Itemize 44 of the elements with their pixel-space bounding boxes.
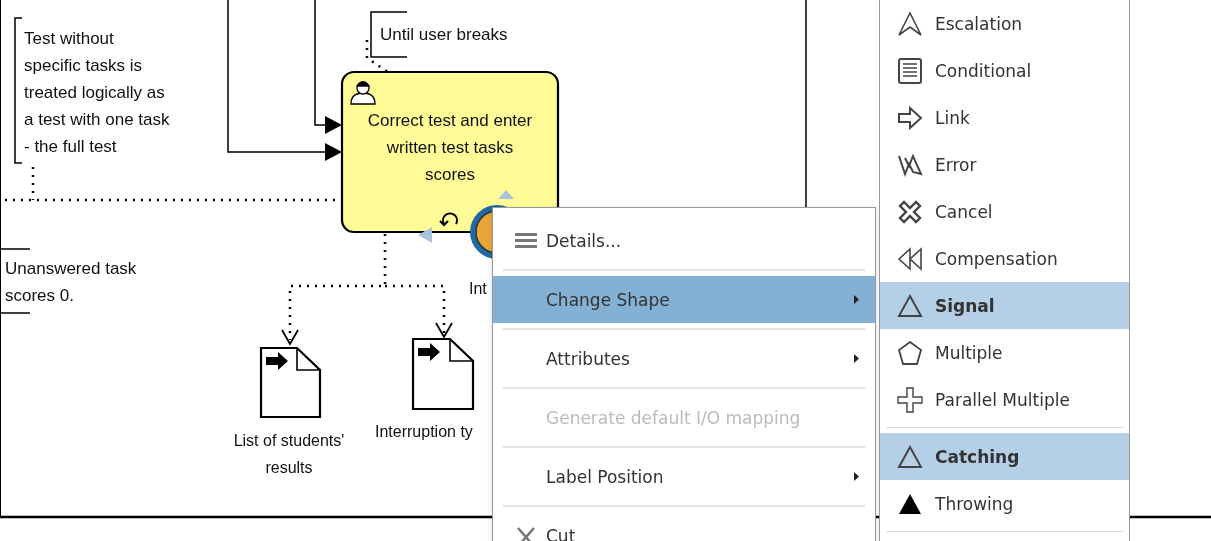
arrow-right-icon	[897, 104, 923, 131]
menu-item[interactable]: Compensation	[880, 235, 1129, 282]
caret-icon	[854, 354, 859, 363]
cross-icon	[897, 198, 923, 225]
triangle-icon	[897, 443, 923, 470]
menu-item[interactable]: Change Shape	[493, 276, 875, 323]
menu-item[interactable]: Catching	[880, 433, 1129, 480]
menu-item[interactable]: Cut	[493, 512, 875, 541]
menu-item[interactable]: Details...	[493, 217, 875, 264]
caret-icon	[854, 295, 859, 304]
menu-item[interactable]: Multiple	[880, 329, 1129, 376]
dotted-association	[365, 40, 389, 74]
menu-item[interactable]: Label Position	[493, 453, 875, 500]
annotation-text: Unanswered task scores 0.	[5, 258, 137, 307]
event-label: Int	[469, 280, 487, 298]
handle-icon[interactable]	[498, 190, 514, 199]
menu-item[interactable]: Throwing	[880, 480, 1129, 527]
plus-icon	[897, 386, 923, 413]
loop-icon	[439, 212, 458, 227]
annotation-text: Until user breaks	[380, 24, 508, 46]
menu-item[interactable]: Conditional	[880, 47, 1129, 94]
menu-item[interactable]: Parallel Multiple	[880, 376, 1129, 423]
annotation-text: Test without specific tasks is treated logically as a test with one task - the full test	[24, 28, 170, 158]
menu-item[interactable]: Signal	[880, 282, 1129, 329]
menu-item[interactable]: Cancel	[880, 188, 1129, 235]
document-icon	[411, 337, 475, 411]
task-box[interactable]	[340, 70, 560, 234]
triangle-icon	[897, 292, 923, 319]
document-lines-icon	[897, 57, 923, 84]
menu-item[interactable]: Error	[880, 141, 1129, 188]
menu-item[interactable]: Link	[880, 94, 1129, 141]
data-object-label: List of students' results	[232, 431, 346, 478]
pentagon-icon	[897, 339, 923, 366]
menu-item[interactable]: Attributes	[493, 335, 875, 382]
list-icon	[515, 232, 537, 250]
rewind-icon	[897, 245, 923, 272]
menu-item[interactable]: Escalation	[880, 0, 1129, 47]
person-icon	[350, 81, 376, 105]
document-icon	[259, 346, 322, 419]
caret-icon	[854, 472, 859, 481]
arrowhead-icon	[897, 10, 923, 37]
handle-icon[interactable]	[418, 227, 432, 243]
task-label: Correct test and enter written test tasks scores	[366, 110, 534, 186]
data-object-label: Interruption ty	[375, 422, 473, 442]
